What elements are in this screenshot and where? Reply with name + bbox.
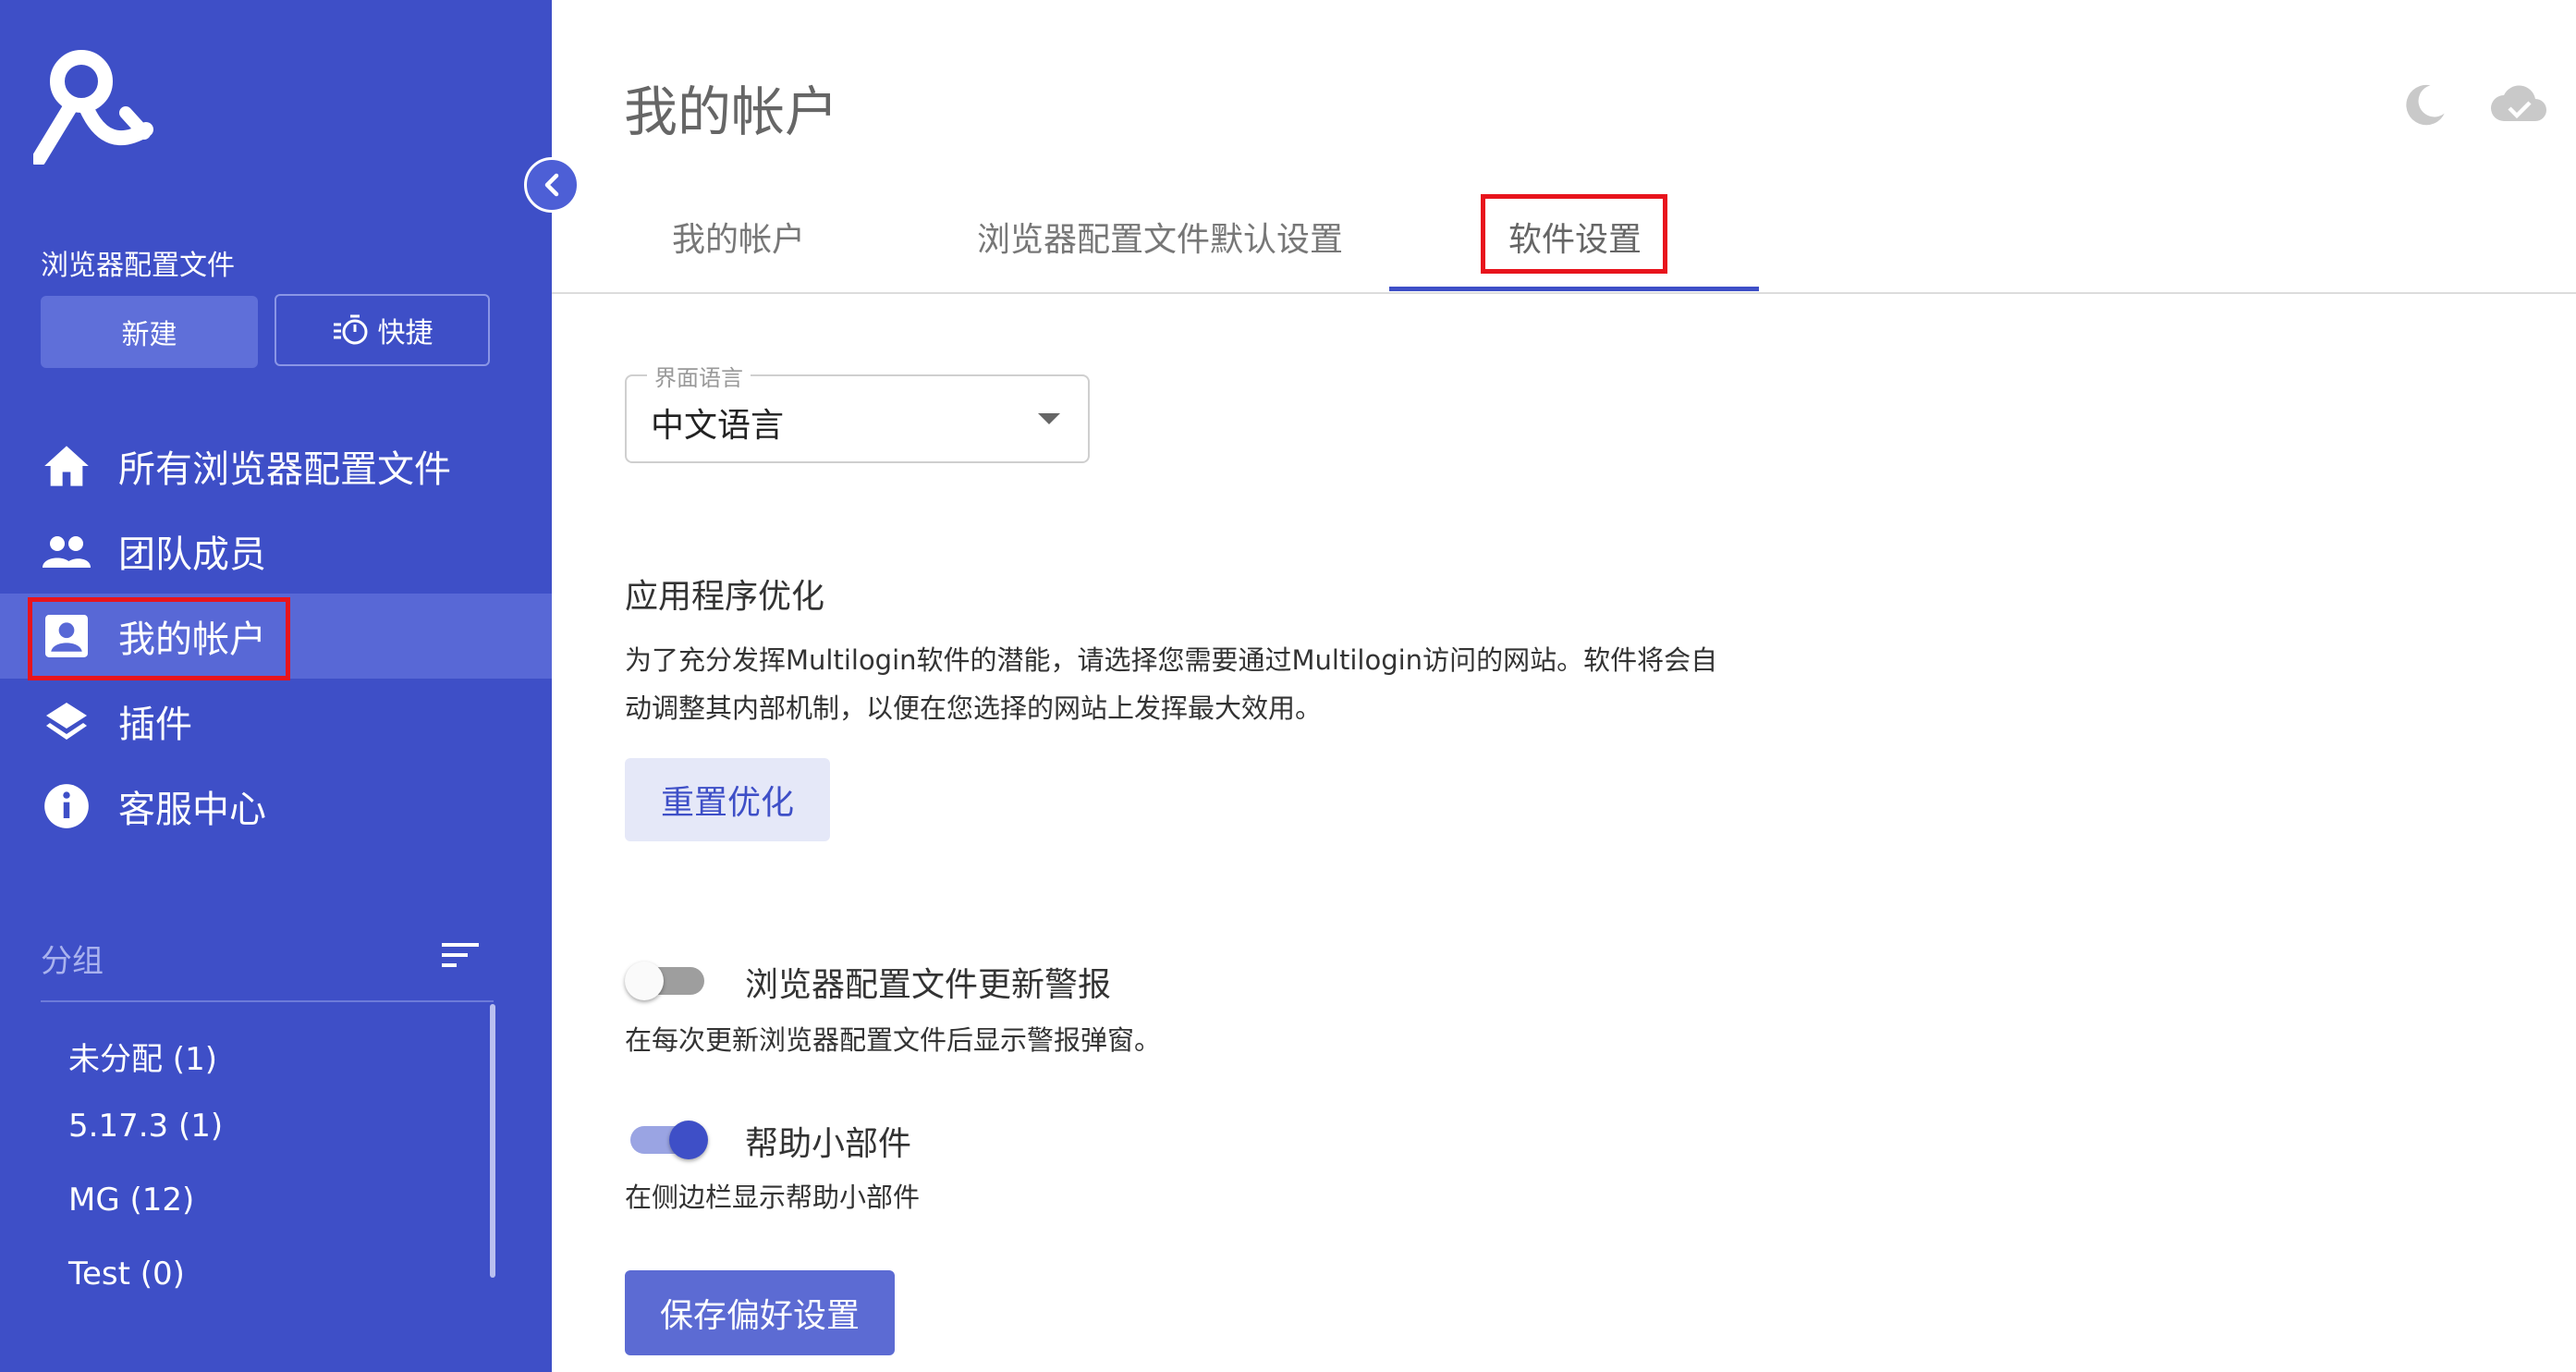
collapse-sidebar-button[interactable] <box>524 157 580 213</box>
language-select-label: 界面语言 <box>647 360 751 392</box>
help-widget-toggle[interactable] <box>625 1121 710 1159</box>
help-widget-description: 在侧边栏显示帮助小部件 <box>625 1182 921 1213</box>
sort-icon[interactable] <box>442 941 481 969</box>
people-icon <box>39 523 94 579</box>
group-item[interactable]: 5.17.3 (1) <box>68 1108 223 1145</box>
sidebar-item-all-profiles[interactable]: 所有浏览器配置文件 <box>0 423 552 508</box>
sidebar-item-label: 团队成员 <box>118 533 266 576</box>
timer-icon <box>333 314 367 345</box>
sidebar-item-team-members[interactable]: 团队成员 <box>0 508 552 594</box>
group-item[interactable]: 未分配 (1) <box>68 1034 217 1079</box>
new-profile-button[interactable]: 新建 <box>41 296 258 368</box>
toggle-knob <box>625 962 664 1000</box>
info-icon <box>39 778 94 834</box>
tab-my-account[interactable]: 我的帐户 <box>672 213 805 261</box>
group-item[interactable]: MG (12) <box>68 1182 194 1219</box>
help-widget-title: 帮助小部件 <box>745 1125 912 1163</box>
group-item[interactable]: Test (0) <box>68 1256 185 1292</box>
quick-profile-button[interactable]: 快捷 <box>275 294 490 366</box>
sidebar-item-label: 客服中心 <box>118 789 266 831</box>
active-tab-indicator <box>1389 287 1759 291</box>
groups-divider <box>41 1000 494 1002</box>
header-icons <box>2400 81 2548 129</box>
profile-update-alert-description: 在每次更新浏览器配置文件后显示警报弹窗。 <box>625 1024 1162 1056</box>
profile-update-alert-toggle[interactable] <box>625 962 710 1000</box>
app-logo <box>33 50 153 165</box>
reset-optimization-button[interactable]: 重置优化 <box>625 758 830 841</box>
sidebar: 浏览器配置文件 新建 快捷 所有浏览器配置文件 团队成员 我的帐户 插件 客服中… <box>0 0 552 1372</box>
language-select[interactable]: 界面语言 中文语言 <box>625 360 1090 463</box>
cloud-check-icon[interactable] <box>2489 81 2548 124</box>
optimization-title: 应用程序优化 <box>625 578 825 616</box>
toggle-knob <box>669 1121 708 1159</box>
nav-highlight-box <box>28 597 290 680</box>
home-icon <box>39 438 94 494</box>
optimization-description-line: 动调整其内部机制，以便在您选择的网站上发挥最大效用。 <box>625 692 1323 724</box>
layers-icon <box>39 693 94 749</box>
groups-label: 分组 <box>41 943 104 980</box>
sidebar-item-label: 所有浏览器配置文件 <box>118 448 451 491</box>
sidebar-item-plugins[interactable]: 插件 <box>0 679 552 764</box>
moon-icon[interactable] <box>2400 81 2448 129</box>
dropdown-caret-icon <box>1038 413 1060 424</box>
chevron-left-icon <box>544 173 559 197</box>
language-select-value: 中文语言 <box>651 407 785 445</box>
groups-scrollbar[interactable] <box>490 1004 495 1278</box>
profile-update-alert-title: 浏览器配置文件更新警报 <box>745 966 1112 1004</box>
tab-highlight-box <box>1481 194 1667 274</box>
tab-profile-defaults[interactable]: 浏览器配置文件默认设置 <box>977 213 1343 261</box>
page-title: 我的帐户 <box>624 80 839 143</box>
profiles-section-label: 浏览器配置文件 <box>41 250 235 282</box>
optimization-description-line: 为了充分发挥Multilogin软件的潜能，请选择您需要通过Multilogin… <box>625 644 1718 676</box>
sidebar-item-help-center[interactable]: 客服中心 <box>0 764 552 849</box>
quick-profile-label: 快捷 <box>377 317 433 349</box>
optimization-description: 为了充分发挥Multilogin软件的潜能，请选择您需要通过Multilogin… <box>625 636 1734 732</box>
sidebar-item-label: 插件 <box>118 704 192 746</box>
save-preferences-button[interactable]: 保存偏好设置 <box>625 1270 895 1355</box>
